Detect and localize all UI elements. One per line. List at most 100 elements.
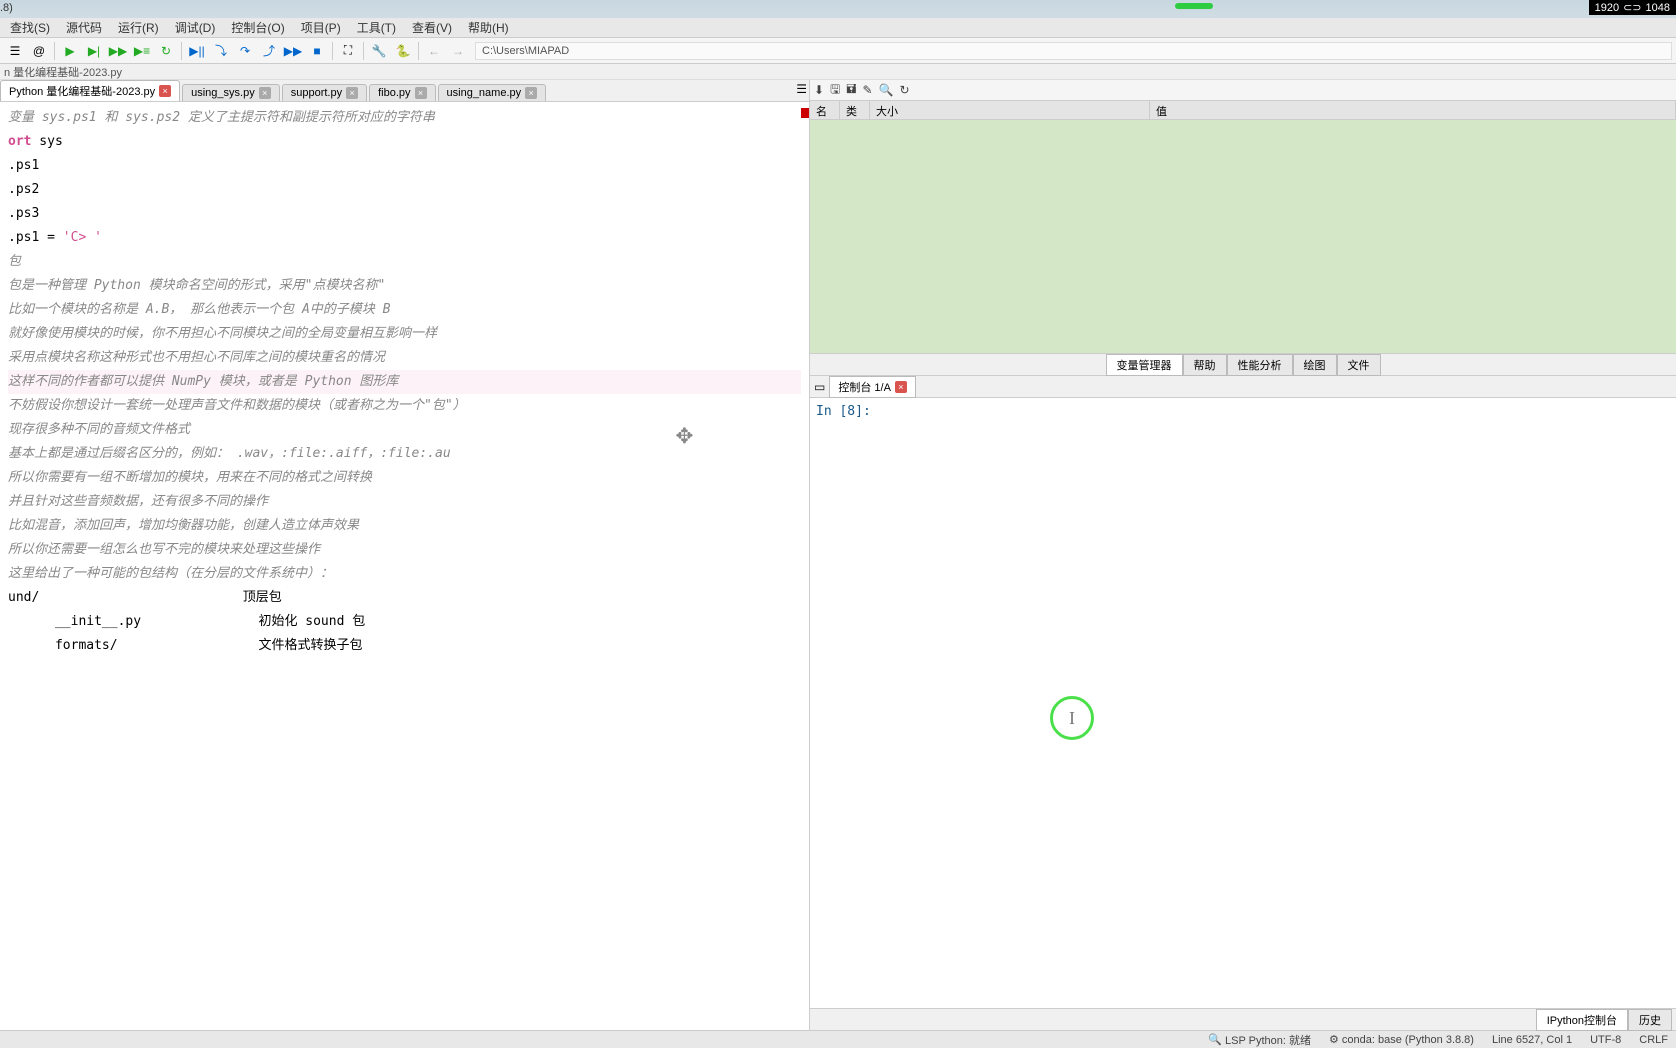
- col-value[interactable]: 值: [1150, 101, 1676, 119]
- code-line: 所以你还需要一组怎么也写不完的模块来处理这些操作: [8, 538, 801, 562]
- var-tabs: 变量管理器 帮助 性能分析 绘图 文件: [810, 353, 1676, 375]
- menu-console[interactable]: 控制台(O): [223, 19, 292, 36]
- step-over-icon[interactable]: ↷: [234, 40, 256, 62]
- import-icon[interactable]: ⬇: [814, 83, 824, 97]
- tab-support[interactable]: support.py ×: [282, 84, 367, 101]
- code-line: 包是一种管理 Python 模块命名空间的形式，采用"点模块名称": [8, 274, 801, 298]
- tab-menu-icon[interactable]: ☰: [796, 82, 807, 96]
- tab-using-name[interactable]: using_name.py ×: [438, 84, 547, 101]
- menubar: 查找(S) 源代码 运行(R) 调试(D) 控制台(O) 项目(P) 工具(T)…: [0, 18, 1676, 38]
- scroll-marker: [801, 108, 809, 118]
- tab-history[interactable]: 历史: [1628, 1009, 1672, 1031]
- col-type[interactable]: 类型: [840, 101, 870, 119]
- tab-ipython-console[interactable]: IPython控制台: [1536, 1009, 1628, 1031]
- tab-files[interactable]: 文件: [1337, 354, 1381, 376]
- tab-label: using_name.py: [447, 87, 522, 99]
- menu-debug[interactable]: 调试(D): [167, 19, 224, 36]
- separator: [54, 42, 55, 60]
- console-bottom-tabs: IPython控制台 历史: [810, 1008, 1676, 1030]
- col-size[interactable]: 大小: [870, 101, 1150, 119]
- continue-icon[interactable]: ▶▶: [282, 40, 304, 62]
- code-line: 就好像使用模块的时候，你不用担心不同模块之间的全局变量相互影响一样: [8, 322, 801, 346]
- separator: [332, 42, 333, 60]
- menu-run[interactable]: 运行(R): [110, 19, 167, 36]
- run-cell-advance-icon[interactable]: ▶▶: [107, 40, 129, 62]
- tab-main[interactable]: Python 量化编程基础-2023.py ×: [0, 80, 180, 101]
- close-icon[interactable]: ×: [895, 381, 907, 393]
- search-icon[interactable]: 🔍: [879, 83, 894, 97]
- status-lsp[interactable]: 🔍LSP Python: 就绪: [1208, 1032, 1311, 1048]
- step-into-icon[interactable]: ⤵: [210, 40, 232, 62]
- code-line: 采用点模块名称这种形式也不用担心不同库之间的模块重名的情况: [8, 346, 801, 370]
- tab-profiler[interactable]: 性能分析: [1227, 354, 1293, 376]
- separator: [418, 42, 419, 60]
- rerun-icon[interactable]: ↻: [155, 40, 177, 62]
- menu-tools[interactable]: 工具(T): [349, 19, 404, 36]
- close-icon[interactable]: ×: [415, 87, 427, 99]
- menu-source[interactable]: 源代码: [58, 19, 110, 36]
- save-as-icon[interactable]: 🖬: [846, 80, 856, 101]
- python-icon[interactable]: 🐍: [392, 40, 414, 62]
- refresh-icon[interactable]: ↻: [900, 83, 910, 97]
- run-icon[interactable]: ▶: [59, 40, 81, 62]
- save-icon[interactable]: 🖫: [830, 80, 840, 101]
- stop-icon[interactable]: ■: [306, 40, 328, 62]
- run-cell-icon[interactable]: ▶|: [83, 40, 105, 62]
- run-selection-icon[interactable]: ▶≡: [131, 40, 153, 62]
- close-icon[interactable]: ×: [346, 87, 358, 99]
- close-icon[interactable]: ×: [525, 87, 537, 99]
- console-tabs: ▭ 控制台 1/A ×: [810, 376, 1676, 398]
- code-line: formats/ 文件格式转换子包: [8, 634, 801, 658]
- lsp-icon: 🔍: [1208, 1033, 1222, 1046]
- outline-icon[interactable]: ☰: [4, 40, 26, 62]
- code-line: 包: [8, 250, 801, 274]
- console-tab-label: 控制台 1/A: [838, 379, 891, 395]
- status-encoding[interactable]: UTF-8: [1590, 1034, 1621, 1046]
- code-line: .ps1: [8, 154, 801, 178]
- green-indicator: [1175, 3, 1213, 9]
- col-name[interactable]: 名称: [810, 101, 840, 119]
- tab-help[interactable]: 帮助: [1183, 354, 1227, 376]
- code-line: und/ 顶层包: [8, 586, 801, 610]
- drag-handle-icon[interactable]: ✥: [676, 422, 693, 446]
- at-icon[interactable]: @: [28, 40, 50, 62]
- code-line: __init__.py 初始化 sound 包: [8, 610, 801, 634]
- separator: [181, 42, 182, 60]
- status-linecol[interactable]: Line 6527, Col 1: [1492, 1034, 1572, 1046]
- code-line: 变量 sys.ps1 和 sys.ps2 定义了主提示符和副提示符所对应的字符串: [8, 106, 801, 130]
- editor-area: Python 量化编程基础-2023.py × using_sys.py × s…: [0, 80, 810, 1030]
- debug-step-icon[interactable]: ▶||: [186, 40, 208, 62]
- menu-search[interactable]: 查找(S): [2, 19, 58, 36]
- console-tab-1[interactable]: 控制台 1/A ×: [829, 376, 916, 398]
- status-conda[interactable]: ⚙conda: base (Python 3.8.8): [1329, 1033, 1474, 1046]
- edit-icon[interactable]: ✎: [863, 83, 873, 97]
- status-eol[interactable]: CRLF: [1639, 1034, 1668, 1046]
- step-out-icon[interactable]: ⤴: [258, 40, 280, 62]
- tab-using-sys[interactable]: using_sys.py ×: [182, 84, 280, 101]
- tab-plots[interactable]: 绘图: [1293, 354, 1337, 376]
- var-body[interactable]: [810, 120, 1676, 353]
- back-icon[interactable]: ←: [423, 40, 445, 62]
- tab-fibo[interactable]: fibo.py ×: [369, 84, 435, 101]
- wrench-icon[interactable]: 🔧: [368, 40, 390, 62]
- editor-content[interactable]: ✥ 变量 sys.ps1 和 sys.ps2 定义了主提示符和副提示符所对应的字…: [0, 102, 809, 1030]
- close-icon[interactable]: ×: [159, 85, 171, 97]
- code-line: 所以你需要有一组不断增加的模块，用来在不同的格式之间转换: [8, 466, 801, 490]
- os-bar: .8) 1920 ⊂⊃ 1048: [0, 0, 1676, 18]
- forward-icon[interactable]: →: [447, 40, 469, 62]
- var-header: 名称 类型 大小 值: [810, 100, 1676, 120]
- toolbar: ☰ @ ▶ ▶| ▶▶ ▶≡ ↻ ▶|| ⤵ ↷ ⤴ ▶▶ ■ ⛶ 🔧 🐍 ← …: [0, 38, 1676, 64]
- tab-label: using_sys.py: [191, 87, 255, 99]
- tab-variable-explorer[interactable]: 变量管理器: [1106, 354, 1183, 376]
- menu-help[interactable]: 帮助(H): [460, 19, 517, 36]
- path-field[interactable]: C:\Users\MIAPAD: [475, 42, 1672, 60]
- conda-icon: ⚙: [1329, 1033, 1339, 1046]
- menu-view[interactable]: 查看(V): [404, 19, 460, 36]
- fullscreen-icon[interactable]: ⛶: [337, 40, 359, 62]
- link-icon: ⊂⊃: [1623, 1, 1641, 14]
- console-body[interactable]: In [8]: I: [810, 398, 1676, 1008]
- resolution-badge: 1920 ⊂⊃ 1048: [1589, 0, 1676, 15]
- close-icon[interactable]: ×: [259, 87, 271, 99]
- console-icon[interactable]: ▭: [814, 380, 825, 394]
- menu-project[interactable]: 项目(P): [293, 19, 349, 36]
